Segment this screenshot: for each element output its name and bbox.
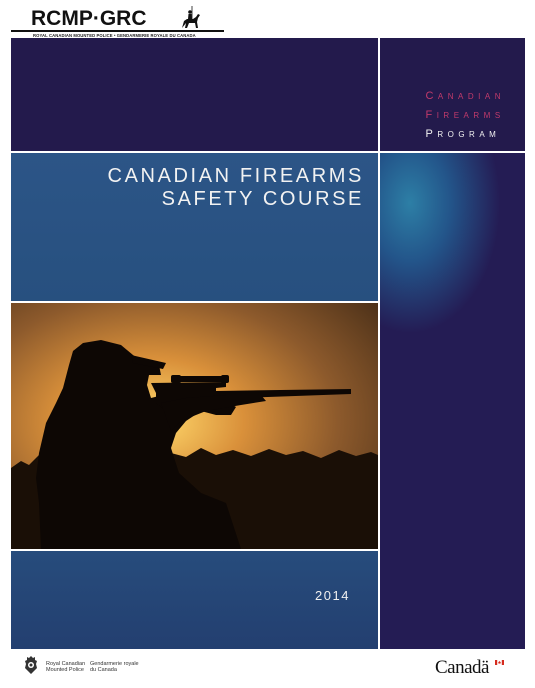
top-left-panel <box>11 38 378 151</box>
program-title-line1: Canadian <box>425 90 505 102</box>
course-title: CANADIAN FIREARMS SAFETY COURSE <box>108 165 364 211</box>
program-title-line3: Program <box>425 128 501 140</box>
footer-french-name: Gendarmerie royale du Canada <box>90 661 139 673</box>
mounted-rider-icon <box>182 6 200 28</box>
footer-english-name: Royal Canadian Mounted Police <box>46 661 86 673</box>
program-title-line2: Firearms <box>425 109 505 121</box>
logo-rule <box>11 30 224 32</box>
program-title: Canadian Firearms Program <box>425 87 505 144</box>
right-gradient-panel <box>380 153 525 649</box>
shooter-silhouette-image <box>11 303 378 549</box>
year-panel: 2014 <box>11 551 378 649</box>
course-title-line2: SAFETY COURSE <box>161 188 364 210</box>
year-label: 2014 <box>315 588 350 603</box>
rcmp-crest-icon <box>25 656 37 674</box>
cover-photo <box>11 303 378 549</box>
canada-wordmark: Canadä <box>435 657 489 678</box>
course-title-panel: CANADIAN FIREARMS SAFETY COURSE <box>11 153 378 301</box>
logo-text: RCMP·GRC <box>31 7 147 30</box>
canada-flag-icon <box>495 660 504 665</box>
top-right-panel: Canadian Firearms Program <box>380 38 525 151</box>
rcmp-logo: RCMP·GRC ROYAL CANADIAN MOUNTED POLICE •… <box>11 4 226 38</box>
course-title-line1: CANADIAN FIREARMS <box>107 165 364 187</box>
